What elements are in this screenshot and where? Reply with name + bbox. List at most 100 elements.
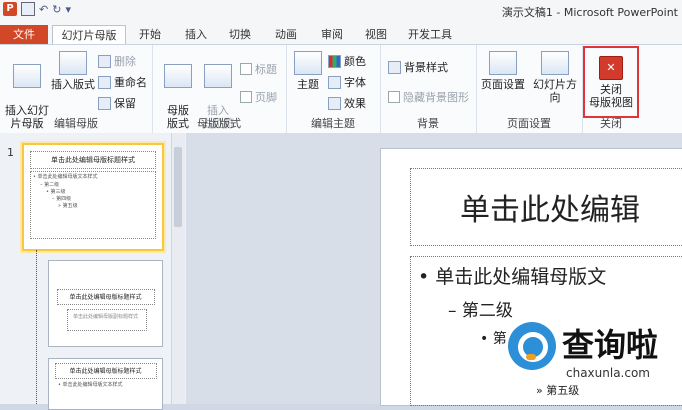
colors-label: 颜色: [344, 55, 366, 68]
quick-access-toolbar: P ↶ ↻ ▾: [3, 2, 71, 16]
thumb-body-l4: – 第四级: [52, 196, 72, 202]
layout-thumbnail-title[interactable]: 单击此处编辑母版标题样式 单击此处编辑母版副标题样式: [48, 260, 163, 347]
colors-button[interactable]: 颜色: [328, 53, 366, 69]
undo-icon[interactable]: ↶: [39, 3, 48, 16]
master-thumbnail[interactable]: 单击此处编辑母版标题样式 • 单击此处编辑母版文本样式 – 第二级 • 第三级 …: [22, 143, 164, 251]
insert-slide-master-icon: [13, 64, 41, 88]
body-level-2: – 第二级: [448, 301, 513, 321]
page-setup-label: 页面设置: [481, 78, 525, 91]
slide-number: 1: [7, 146, 14, 159]
delete-button[interactable]: 删除: [98, 53, 136, 69]
tab-review[interactable]: 审阅: [316, 25, 348, 44]
fonts-button[interactable]: 字体: [328, 74, 366, 90]
save-icon[interactable]: [21, 2, 35, 16]
title-bar: P ↶ ↻ ▾ 演示文稿1 - Microsoft PowerPoint: [0, 0, 682, 23]
fonts-label: 字体: [344, 76, 366, 89]
background-styles-icon: [388, 60, 401, 74]
layout-thumbnail-content[interactable]: 单击此处编辑母版标题样式 • 单击此处编辑母版文本样式: [48, 358, 163, 410]
pin-icon: [98, 96, 111, 110]
thumb-body-l1: • 单击此处编辑母版文本样式: [33, 174, 98, 180]
delete-label: 删除: [114, 55, 136, 68]
thumb-body-l2: – 第二级: [40, 182, 60, 188]
background-styles-button[interactable]: 背景样式: [388, 59, 448, 75]
background-styles-label: 背景样式: [404, 61, 448, 74]
close-master-view-button[interactable]: ✕ 关闭 母版视图: [583, 46, 639, 118]
group-edit-master: 插入幻灯 片母版 插入版式 删除 重命名 保留 编辑母版: [0, 45, 153, 133]
group-edit-theme: 主题 颜色 字体 效果 编辑主题: [286, 45, 381, 133]
title-checkbox-box[interactable]: [240, 63, 252, 75]
footer-checkbox[interactable]: 页脚: [240, 89, 277, 105]
insert-placeholder-icon: [204, 64, 232, 88]
close-master-view-label: 关闭 母版视图: [589, 83, 633, 109]
watermark-domain: chaxunla.com: [566, 366, 650, 380]
watermark-logo-icon: [508, 322, 556, 370]
slide-orientation-label: 幻灯片方向: [533, 78, 577, 104]
hide-background-label: 隐藏背景图形: [403, 91, 469, 104]
tab-view[interactable]: 视图: [360, 25, 392, 44]
theme-icon: [294, 51, 322, 75]
preserve-label: 保留: [114, 97, 136, 110]
colors-icon: [328, 54, 341, 68]
effects-button[interactable]: 效果: [328, 95, 366, 111]
rename-label: 重命名: [114, 76, 147, 89]
group-label-edit-theme: 编辑主题: [311, 117, 355, 130]
slide-orientation-button[interactable]: 幻灯片方向: [528, 51, 582, 104]
customize-qat-icon[interactable]: ▾: [65, 3, 71, 16]
ribbon: 插入幻灯 片母版 插入版式 删除 重命名 保留 编辑母版 母版 版式 插入 占位…: [0, 44, 682, 134]
tab-home[interactable]: 开始: [134, 25, 166, 44]
thumb3-body: • 单击此处编辑母版文本样式: [58, 382, 123, 388]
title-checkbox-label: 标题: [255, 63, 277, 76]
window-title: 演示文稿1 - Microsoft PowerPoint: [501, 6, 678, 19]
hide-background-checkbox[interactable]: 隐藏背景图形: [388, 89, 469, 105]
watermark: 查询啦 chaxunla.com: [508, 320, 678, 390]
insert-layout-button[interactable]: 插入版式: [50, 51, 96, 91]
theme-label: 主题: [297, 78, 319, 91]
insert-layout-icon: [59, 51, 87, 75]
thumb2-title: 单击此处编辑母版标题样式: [69, 294, 142, 301]
page-setup-button[interactable]: 页面设置: [478, 51, 528, 91]
theme-button[interactable]: 主题: [290, 51, 326, 91]
hide-background-box[interactable]: [388, 91, 400, 103]
group-background: 背景样式 隐藏背景图形 背景: [380, 45, 477, 133]
tab-file[interactable]: 文件: [0, 25, 48, 44]
master-layout-icon: [164, 64, 192, 88]
tab-transitions[interactable]: 切换: [224, 25, 256, 44]
body-level-3: • 第: [480, 331, 507, 347]
thumb3-title: 单击此处编辑母版标题样式: [69, 368, 142, 375]
tab-animations[interactable]: 动画: [270, 25, 302, 44]
effects-label: 效果: [344, 97, 366, 110]
scrollbar-thumb[interactable]: [174, 147, 182, 227]
ribbon-tabs: 文件 幻灯片母版 开始 插入 切换 动画 审阅 视图 开发工具: [0, 22, 682, 45]
close-icon: ✕: [599, 56, 623, 80]
group-label-page-setup: 页面设置: [507, 117, 551, 130]
thumb-body-l3: • 第三级: [46, 189, 66, 195]
delete-icon: [98, 54, 111, 68]
powerpoint-icon[interactable]: P: [3, 2, 17, 16]
body-level-1: • 单击此处编辑母版文: [418, 266, 607, 288]
tab-insert[interactable]: 插入: [180, 25, 212, 44]
layout-connector: [36, 250, 37, 404]
group-label-edit-master: 编辑母版: [54, 117, 98, 130]
group-master-layout: 母版 版式 插入 占位符 标题 页脚 母版版式: [152, 45, 287, 133]
footer-checkbox-box[interactable]: [240, 91, 252, 103]
effects-icon: [328, 96, 341, 110]
group-page-setup: 页面设置 幻灯片方向 页面设置: [476, 45, 583, 133]
tab-developer[interactable]: 开发工具: [404, 25, 456, 44]
watermark-brand: 查询啦: [562, 326, 659, 364]
page-setup-icon: [489, 51, 517, 75]
fonts-icon: [328, 75, 341, 89]
rename-icon: [98, 75, 111, 89]
redo-icon[interactable]: ↻: [52, 3, 61, 16]
insert-layout-label: 插入版式: [51, 78, 95, 91]
thumb-title: 单击此处编辑母版标题样式: [51, 156, 135, 164]
thumbnail-scrollbar[interactable]: [171, 133, 185, 404]
slide-orientation-icon: [541, 51, 569, 75]
thumb2-subtitle: 单击此处编辑母版副标题样式: [72, 314, 138, 320]
rename-button[interactable]: 重命名: [98, 74, 147, 90]
group-label-master-layout: 母版版式: [197, 117, 241, 130]
tab-slide-master[interactable]: 幻灯片母版: [52, 25, 126, 45]
thumb-body-l5: » 第五级: [58, 203, 78, 209]
preserve-button[interactable]: 保留: [98, 95, 136, 111]
group-label-background: 背景: [417, 117, 439, 130]
title-checkbox[interactable]: 标题: [240, 61, 277, 77]
